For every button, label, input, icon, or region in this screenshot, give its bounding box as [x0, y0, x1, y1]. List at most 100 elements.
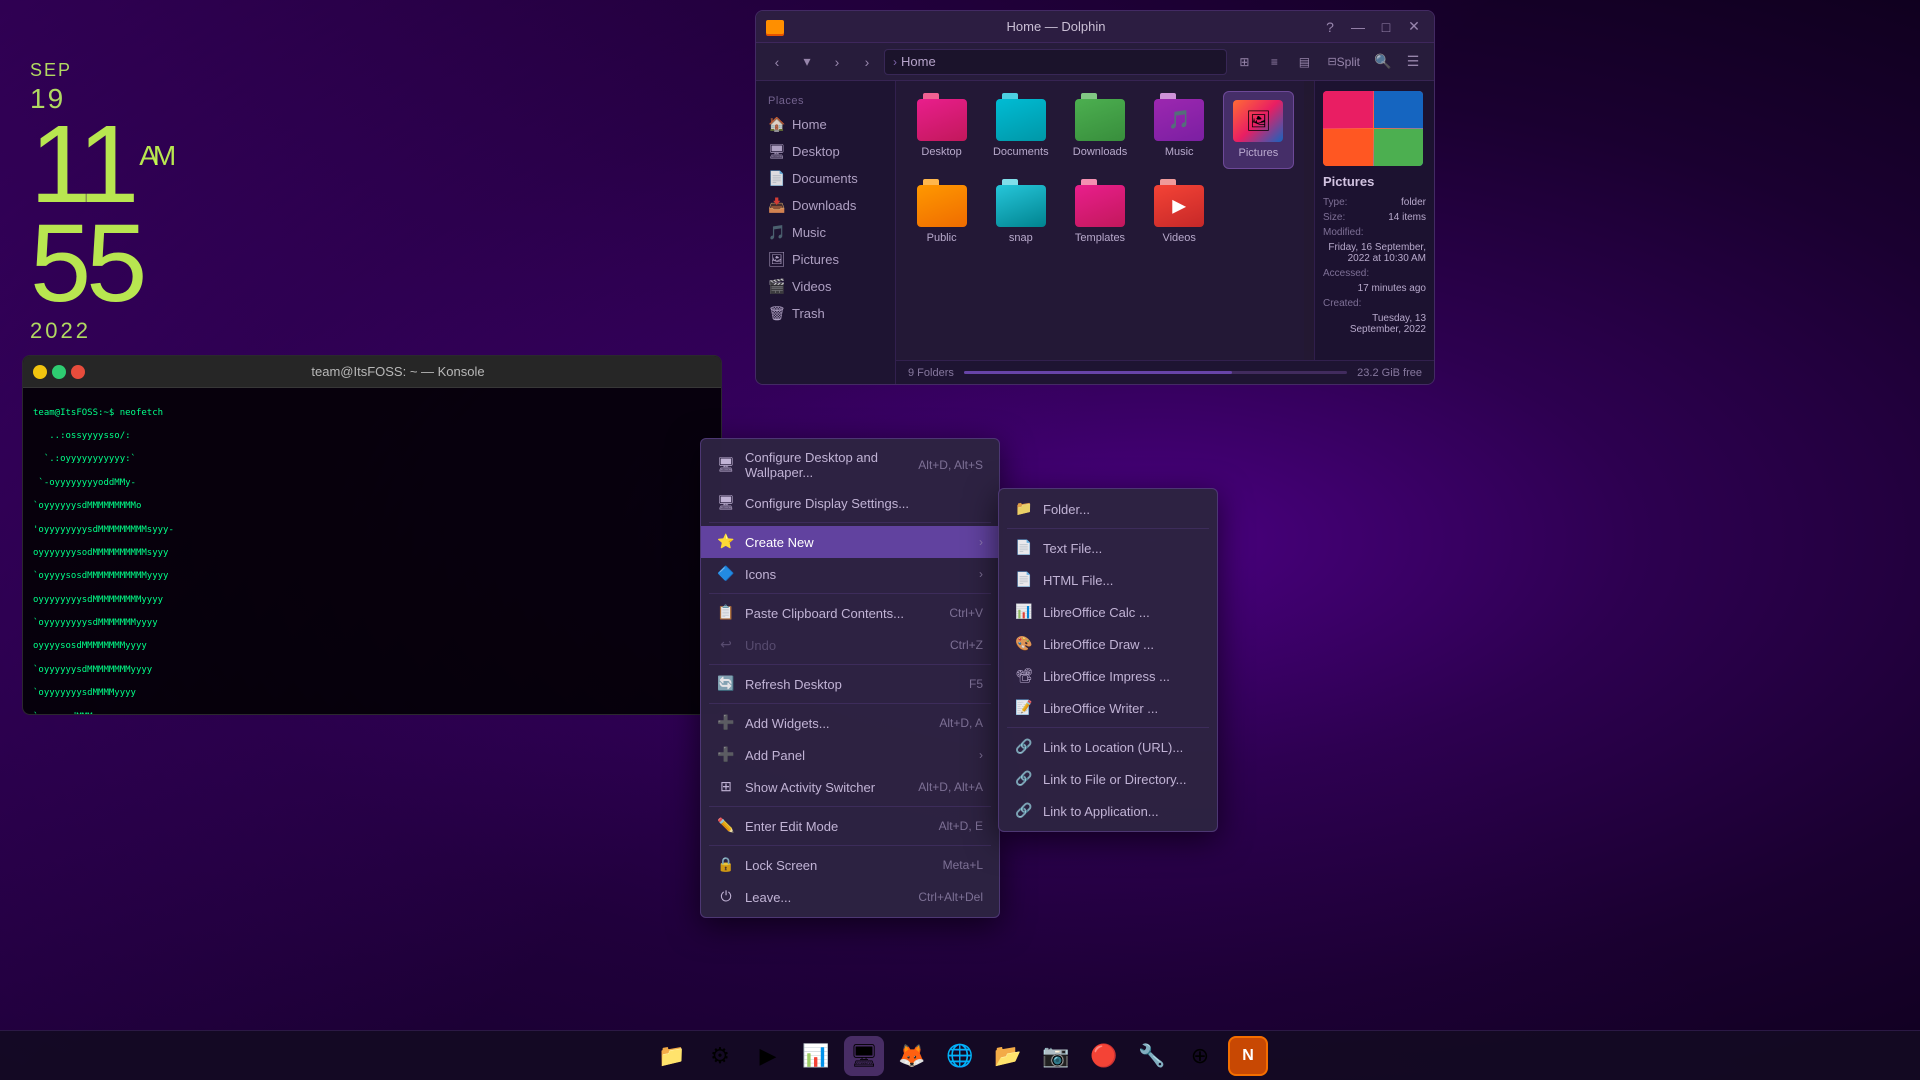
- taskbar-camera[interactable]: 📷: [1036, 1036, 1076, 1076]
- link-url-label: Link to Location (URL)...: [1043, 740, 1201, 755]
- terminal-maximize-btn[interactable]: [52, 365, 66, 379]
- folder-music-icon: 🎵: [1154, 99, 1204, 141]
- sub-menu-writer[interactable]: 📝 LibreOffice Writer ...: [999, 692, 1217, 724]
- sidebar-item-home[interactable]: 🏠 Home: [756, 111, 895, 138]
- sub-menu-folder[interactable]: 📁 Folder...: [999, 493, 1217, 525]
- dolphin-maximize-btn[interactable]: □: [1376, 19, 1396, 35]
- sub-context-menu-create-new[interactable]: 📁 Folder... 📄 Text File... 📄 HTML File..…: [998, 488, 1218, 832]
- taskbar-browser[interactable]: 🌐: [940, 1036, 980, 1076]
- sub-menu-link-url[interactable]: 🔗 Link to Location (URL)...: [999, 731, 1217, 763]
- folder-desktop[interactable]: Desktop: [906, 91, 977, 169]
- folder-documents-label: Documents: [993, 146, 1049, 159]
- icons-icon: 🔷: [717, 565, 735, 583]
- sidebar-item-desktop[interactable]: 🖥 Desktop: [756, 138, 895, 165]
- folder-pictures-label: Pictures: [1239, 147, 1279, 160]
- sub-menu-draw[interactable]: 🎨 LibreOffice Draw ...: [999, 628, 1217, 660]
- context-menu-item-leave[interactable]: ⏻ Leave... Ctrl+Alt+Del: [701, 881, 999, 913]
- view-details-btn[interactable]: ▤: [1291, 49, 1317, 75]
- new-calc-label: LibreOffice Calc ...: [1043, 605, 1201, 620]
- context-menu-item-paste[interactable]: 📋 Paste Clipboard Contents... Ctrl+V: [701, 597, 999, 629]
- add-widgets-label: Add Widgets...: [745, 716, 929, 731]
- activity-switcher-label: Show Activity Switcher: [745, 780, 908, 795]
- configure-display-label: Configure Display Settings...: [745, 496, 983, 511]
- context-menu-item-lock[interactable]: 🔒 Lock Screen Meta+L: [701, 849, 999, 881]
- folder-templates[interactable]: Templates: [1064, 177, 1135, 253]
- taskbar-app3[interactable]: ⊕: [1180, 1036, 1220, 1076]
- clock-ampm: AM: [139, 140, 171, 171]
- context-menu-item-undo[interactable]: ↩ Undo Ctrl+Z: [701, 629, 999, 661]
- context-menu-item-configure-display[interactable]: 🖥 Configure Display Settings...: [701, 487, 999, 519]
- sub-menu-calc[interactable]: 📊 LibreOffice Calc ...: [999, 596, 1217, 628]
- taskbar-app1[interactable]: 🔴: [1084, 1036, 1124, 1076]
- sidebar-item-trash[interactable]: 🗑 Trash: [756, 300, 895, 327]
- folder-documents[interactable]: Documents: [985, 91, 1056, 169]
- dolphin-window[interactable]: Home — Dolphin ? — □ ✕ ‹ ▾ › › › Home ⊞ …: [755, 10, 1435, 385]
- nav-dropdown-btn[interactable]: ▾: [794, 49, 820, 75]
- context-menu-item-configure-desktop[interactable]: 🖥 Configure Desktop and Wallpaper... Alt…: [701, 443, 999, 487]
- context-menu-sep-1: [709, 522, 991, 523]
- split-btn[interactable]: ⊟ Split: [1321, 49, 1366, 75]
- sidebar-item-music[interactable]: 🎵 Music: [756, 219, 895, 246]
- dolphin-toolbar: ‹ ▾ › › › Home ⊞ ≡ ▤ ⊟ Split 🔍 ☰: [756, 43, 1434, 81]
- context-menu-item-refresh[interactable]: 🔄 Refresh Desktop F5: [701, 668, 999, 700]
- terminal-close-btn[interactable]: [71, 365, 85, 379]
- taskbar-firefox[interactable]: 🦊: [892, 1036, 932, 1076]
- context-menu-item-icons[interactable]: 🔷 Icons ›: [701, 558, 999, 590]
- sub-menu-text-file[interactable]: 📄 Text File...: [999, 532, 1217, 564]
- folder-downloads[interactable]: Downloads: [1064, 91, 1135, 169]
- breadcrumb-home[interactable]: Home: [901, 54, 936, 69]
- statusbar-free: 23.2 GiB free: [1357, 367, 1422, 379]
- folder-public-icon: [917, 185, 967, 227]
- taskbar-files2[interactable]: 📂: [988, 1036, 1028, 1076]
- sidebar-item-home-label: Home: [792, 117, 827, 132]
- terminal-body[interactable]: team@ItsFOSS:~$ neofetch ..:ossyyyysso/:…: [23, 388, 721, 714]
- folder-videos[interactable]: ▶ Videos: [1144, 177, 1215, 253]
- sub-menu-impress[interactable]: 📽 LibreOffice Impress ...: [999, 660, 1217, 692]
- folder-documents-icon: [996, 99, 1046, 141]
- dolphin-minimize-btn[interactable]: —: [1348, 19, 1368, 35]
- taskbar-notifications[interactable]: N: [1228, 1036, 1268, 1076]
- new-impress-icon: 📽: [1015, 667, 1033, 685]
- dolphin-help-btn[interactable]: ?: [1320, 19, 1340, 35]
- paste-shortcut: Ctrl+V: [949, 606, 983, 620]
- context-menu-item-activity-switcher[interactable]: ⊞ Show Activity Switcher Alt+D, Alt+A: [701, 771, 999, 803]
- folder-music[interactable]: 🎵 Music: [1144, 91, 1215, 169]
- sidebar-item-downloads[interactable]: 📥 Downloads: [756, 192, 895, 219]
- search-btn[interactable]: 🔍: [1370, 49, 1396, 75]
- terminal-minimize-btn[interactable]: [33, 365, 47, 379]
- taskbar-settings[interactable]: ⚙: [700, 1036, 740, 1076]
- context-menu-item-create-new[interactable]: ⭐ Create New ›: [701, 526, 999, 558]
- terminal-window[interactable]: team@ItsFOSS: ~ — Konsole team@ItsFOSS:~…: [22, 355, 722, 715]
- sub-menu-link-app[interactable]: 🔗 Link to Application...: [999, 795, 1217, 827]
- sub-menu-html-file[interactable]: 📄 HTML File...: [999, 564, 1217, 596]
- context-menu[interactable]: 🖥 Configure Desktop and Wallpaper... Alt…: [700, 438, 1000, 918]
- taskbar-files[interactable]: 📁: [652, 1036, 692, 1076]
- dolphin-main-area[interactable]: Desktop Documents Downloads: [896, 81, 1304, 384]
- add-widgets-shortcut: Alt+D, A: [939, 716, 983, 730]
- breadcrumb-bar[interactable]: › Home: [884, 49, 1227, 75]
- nav-back-btn[interactable]: ‹: [764, 49, 790, 75]
- context-menu-item-add-panel[interactable]: ➕ Add Panel ›: [701, 739, 999, 771]
- nav-up-btn[interactable]: ›: [854, 49, 880, 75]
- edit-mode-icon: ✏️: [717, 817, 735, 835]
- folder-videos-icon: ▶: [1154, 185, 1204, 227]
- context-menu-item-edit-mode[interactable]: ✏️ Enter Edit Mode Alt+D, E: [701, 810, 999, 842]
- folder-pictures[interactable]: Pictures: [1223, 91, 1294, 169]
- folder-public[interactable]: Public: [906, 177, 977, 253]
- nav-forward-btn[interactable]: ›: [824, 49, 850, 75]
- sidebar-item-pictures[interactable]: 🖼 Pictures: [756, 246, 895, 273]
- sidebar-item-documents[interactable]: 📄 Documents: [756, 165, 895, 192]
- dolphin-close-btn[interactable]: ✕: [1404, 18, 1424, 35]
- taskbar-activity[interactable]: 📊: [796, 1036, 836, 1076]
- info-created-row: Created:: [1323, 298, 1426, 309]
- taskbar-terminal[interactable]: 🖥: [844, 1036, 884, 1076]
- folder-snap[interactable]: snap: [985, 177, 1056, 253]
- context-menu-item-add-widgets[interactable]: ➕ Add Widgets... Alt+D, A: [701, 707, 999, 739]
- taskbar-app2[interactable]: 🔧: [1132, 1036, 1172, 1076]
- taskbar-media[interactable]: ▶: [748, 1036, 788, 1076]
- view-icons-btn[interactable]: ⊞: [1231, 49, 1257, 75]
- sidebar-item-videos[interactable]: 🎬 Videos: [756, 273, 895, 300]
- sub-menu-link-file[interactable]: 🔗 Link to File or Directory...: [999, 763, 1217, 795]
- menu-btn[interactable]: ☰: [1400, 49, 1426, 75]
- view-list-btn[interactable]: ≡: [1261, 49, 1287, 75]
